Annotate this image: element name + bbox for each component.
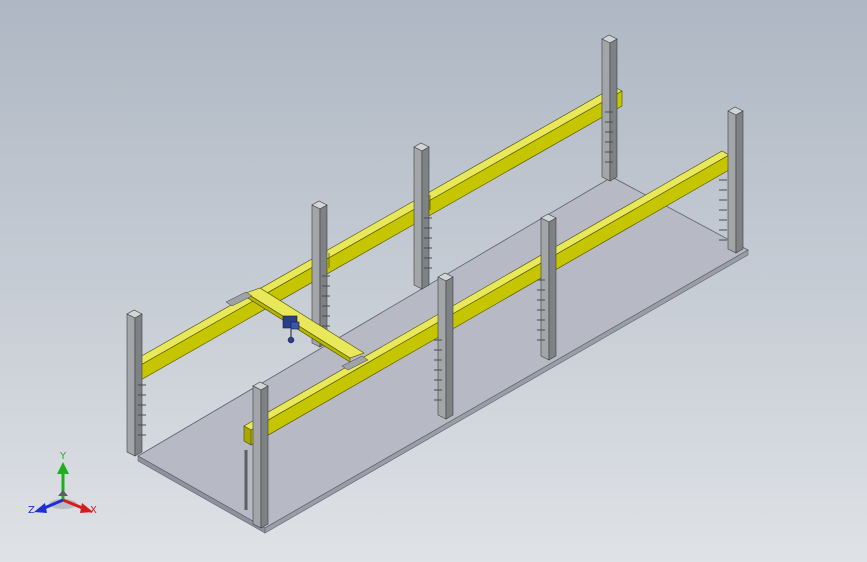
graphics-viewport[interactable]: Y X Z bbox=[0, 0, 867, 562]
column-back-3[interactable] bbox=[413, 142, 432, 290]
y-axis-label: Y bbox=[60, 451, 67, 462]
hoist-trolley[interactable] bbox=[282, 315, 300, 344]
z-axis-label: Z bbox=[28, 505, 35, 516]
column-front-4[interactable] bbox=[719, 106, 744, 254]
column-back-1[interactable] bbox=[126, 309, 146, 457]
crane-assembly-model[interactable] bbox=[0, 0, 867, 562]
x-axis-label: X bbox=[90, 505, 97, 516]
reference-triad: Y X Z bbox=[26, 452, 106, 522]
column-back-4[interactable] bbox=[601, 34, 618, 182]
